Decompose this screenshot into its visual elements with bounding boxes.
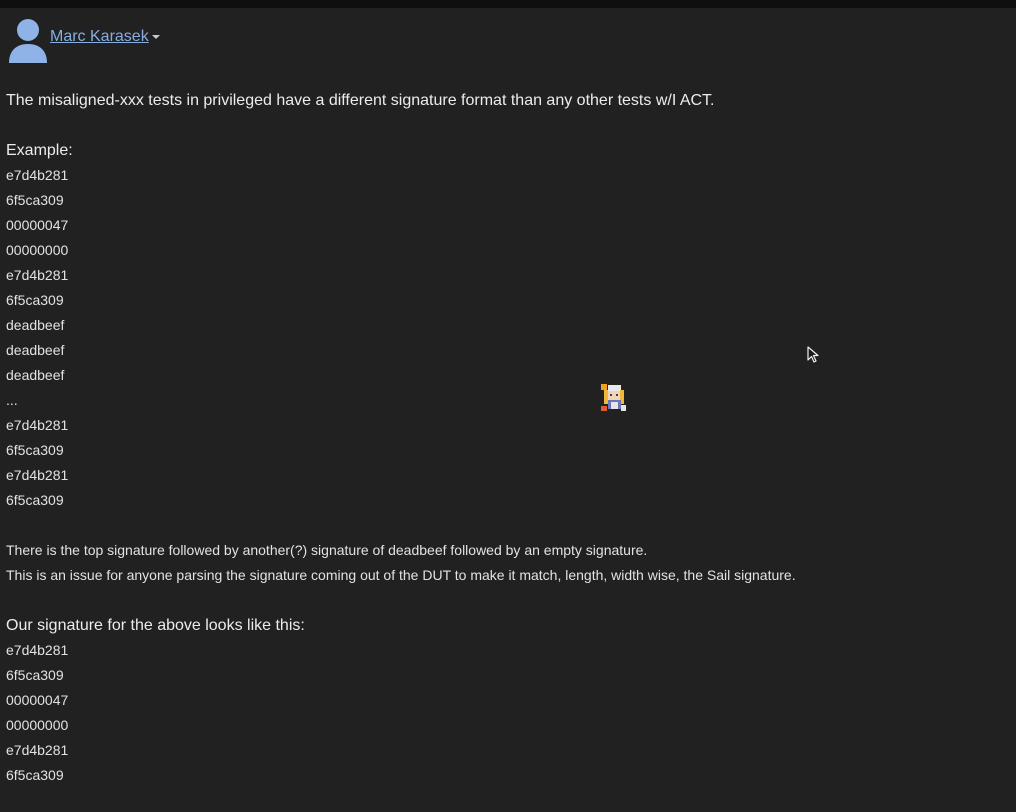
example-signature-line: ... (6, 392, 18, 408)
example-signature-line: deadbeef (6, 367, 65, 383)
example-signature-line: 6f5ca309 (6, 192, 64, 208)
example-signature-line: 6f5ca309 (6, 292, 64, 308)
example-label: Example: (6, 142, 73, 159)
our-signature-line: 00000047 (6, 692, 69, 708)
message-body: The misaligned-xxx tests in privileged h… (6, 88, 996, 788)
example-signature-line: deadbeef (6, 342, 65, 358)
our-signature-line: 00000000 (6, 717, 69, 733)
example-signature-line: 6f5ca309 (6, 442, 64, 458)
pixel-character-sprite (601, 384, 626, 411)
our-signature-block: e7d4b281 6f5ca309 00000047 00000000 e7d4b281… (6, 638, 996, 788)
author-name-link[interactable]: Marc Karasek (50, 28, 149, 46)
our-signature-line: 6f5ca309 (6, 767, 64, 783)
explanation-line-2: This is an issue for anyone parsing the … (6, 567, 796, 583)
example-signature-line: e7d4b281 (6, 417, 69, 433)
author-menu[interactable]: Marc Karasek (50, 28, 160, 46)
window-top-bar (0, 0, 1016, 8)
our-signature-line: e7d4b281 (6, 742, 69, 758)
our-signature-line: 6f5ca309 (6, 667, 64, 683)
example-signature-line: e7d4b281 (6, 467, 69, 483)
ours-label: Our signature for the above looks like t… (6, 617, 305, 634)
example-signature-line: deadbeef (6, 317, 65, 333)
example-signature-line: e7d4b281 (6, 167, 69, 183)
example-signature-block: e7d4b281 6f5ca309 00000047 00000000 e7d4b281… (6, 163, 996, 513)
example-signature-line: 00000000 (6, 242, 69, 258)
our-signature-line: e7d4b281 (6, 642, 69, 658)
user-avatar-icon[interactable] (8, 17, 48, 63)
explanation-line-1: There is the top signature followed by a… (6, 542, 648, 558)
message-header: Marc Karasek (8, 16, 160, 64)
chevron-down-icon[interactable] (151, 35, 160, 39)
example-signature-line: e7d4b281 (6, 267, 69, 283)
intro-text: The misaligned-xxx tests in privileged h… (6, 92, 715, 109)
example-signature-line: 00000047 (6, 217, 69, 233)
example-signature-line: 6f5ca309 (6, 492, 64, 508)
mouse-pointer-icon (807, 346, 819, 363)
